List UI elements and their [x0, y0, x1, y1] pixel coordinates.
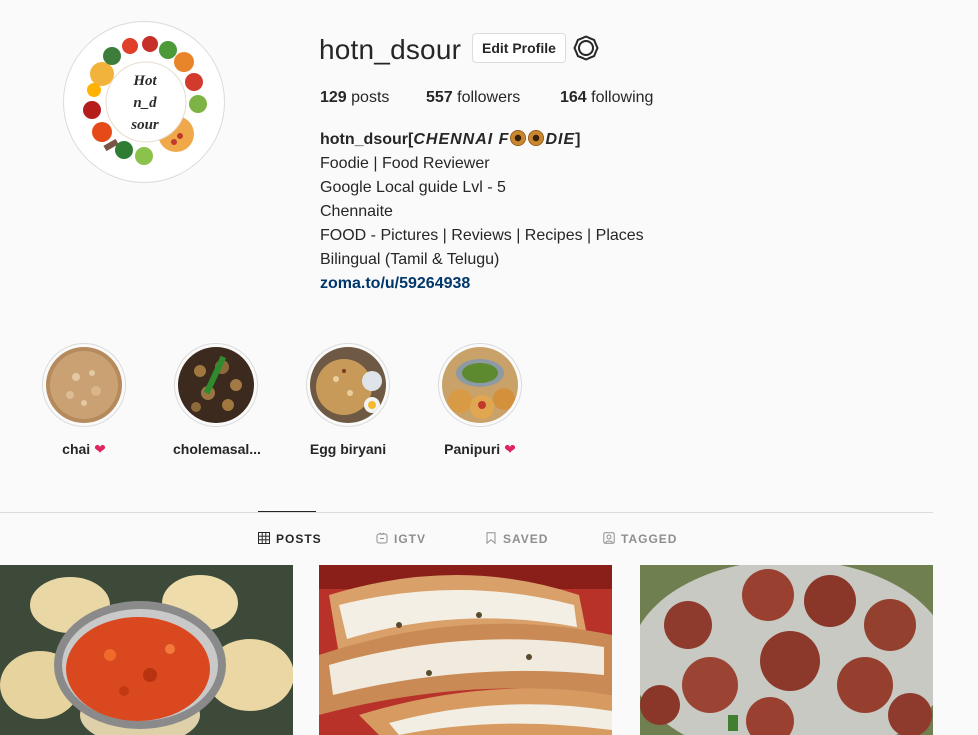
- highlight-cover: [310, 347, 386, 423]
- followers-label: followers: [457, 89, 521, 106]
- following-count: 164: [560, 89, 587, 106]
- bio-line: Chennaite: [320, 203, 393, 220]
- highlight-cover: [46, 347, 122, 423]
- bio-name-styled-1: CHENNAI F: [413, 131, 510, 148]
- highlight-label: chai: [62, 441, 91, 457]
- edit-profile-button[interactable]: Edit Profile: [472, 33, 566, 63]
- highlight-label: cholemasal...: [173, 441, 261, 457]
- post-thumbnail-cheese-bread[interactable]: [319, 565, 612, 735]
- tab-saved[interactable]: SAVED: [485, 532, 548, 546]
- profile-avatar[interactable]: Hot n_d sour: [63, 21, 225, 183]
- tagged-icon: [603, 532, 615, 544]
- highlight-egg-biryani[interactable]: Egg biryani: [305, 343, 391, 458]
- tab-label: SAVED: [503, 532, 549, 546]
- highlight-ring: [306, 343, 390, 427]
- highlight-chai[interactable]: chai ❤: [41, 343, 127, 458]
- tab-label: TAGGED: [621, 532, 678, 546]
- bio-full-name: hotn_dsour[CHENNAI F DIE]: [320, 130, 581, 148]
- highlight-panipuri[interactable]: Panipuri ❤: [437, 343, 523, 458]
- highlight-label: Panipuri: [444, 441, 501, 457]
- followers-stat[interactable]: 557 followers: [426, 88, 520, 108]
- active-tab-indicator: [258, 511, 316, 512]
- tab-igtv[interactable]: IGTV: [376, 532, 426, 546]
- posts-count-stat: 129 posts: [320, 88, 389, 108]
- highlight-ring: [42, 343, 126, 427]
- bio-name-styled-2: DIE: [545, 131, 576, 148]
- settings-gear-icon[interactable]: [573, 35, 599, 61]
- highlight-ring: [174, 343, 258, 427]
- highlight-ring: [438, 343, 522, 427]
- bio-line: Google Local guide Lvl - 5: [320, 179, 506, 196]
- profile-bio: hotn_dsour[CHENNAI F DIE] Foodie | Food R…: [320, 128, 644, 296]
- bio-line: Bilingual (Tamil & Telugu): [320, 251, 500, 268]
- bio-link[interactable]: zoma.to/u/59264938: [320, 275, 470, 292]
- tab-label: IGTV: [394, 532, 427, 546]
- avatar-logo-line-1: Hot: [133, 73, 157, 89]
- tabs-divider: [0, 512, 933, 513]
- highlight-cover: [178, 347, 254, 423]
- tab-label: POSTS: [276, 532, 322, 546]
- profile-username: hotn_dsour: [319, 34, 462, 65]
- highlight-label: Egg biryani: [309, 441, 387, 457]
- heart-icon: ❤: [94, 441, 106, 457]
- following-stat[interactable]: 164 following: [560, 88, 653, 108]
- avatar-logo-line-3: sour: [131, 117, 159, 133]
- avatar-logo-line-2: n_d: [133, 95, 157, 111]
- grid-icon: [258, 532, 270, 544]
- followers-count: 557: [426, 89, 453, 106]
- bio-line: FOOD - Pictures | Reviews | Recipes | Pl…: [320, 227, 644, 244]
- tab-posts[interactable]: POSTS: [258, 532, 322, 546]
- tab-tagged[interactable]: TAGGED: [603, 532, 677, 546]
- donut-icon: [510, 130, 527, 146]
- igtv-icon: [376, 532, 388, 544]
- heart-icon: ❤: [504, 441, 516, 457]
- post-thumbnail-kofta[interactable]: [640, 565, 933, 735]
- posts-label: posts: [351, 89, 390, 106]
- donut-icon: [528, 130, 545, 146]
- post-thumbnail-momos[interactable]: [0, 565, 293, 735]
- highlight-cholemasala[interactable]: cholemasal...: [173, 343, 261, 458]
- bookmark-icon: [486, 532, 496, 544]
- posts-count: 129: [320, 89, 347, 106]
- highlight-cover: [442, 347, 518, 423]
- bio-line: Foodie | Food Reviewer: [320, 155, 490, 172]
- following-label: following: [591, 89, 654, 106]
